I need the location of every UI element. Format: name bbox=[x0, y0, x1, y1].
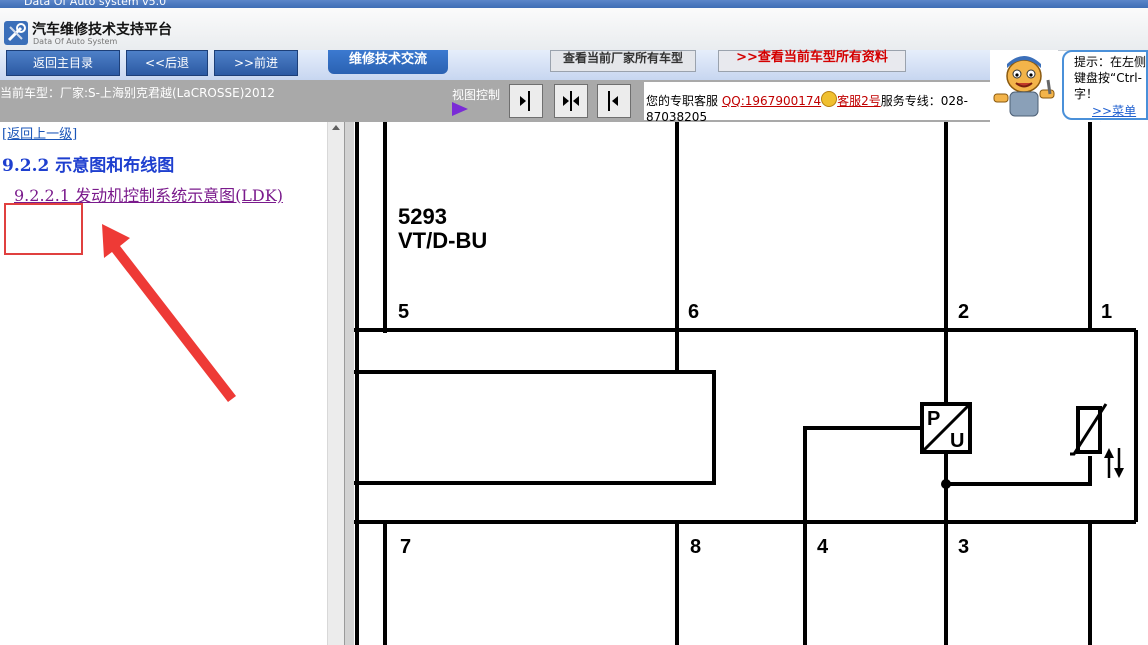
home-button[interactable]: 返回主目录 bbox=[6, 50, 120, 76]
thermistor-icon bbox=[1070, 403, 1124, 478]
left-navigation-pane: [返回上一级] 9.2.2 示意图和布线图 9.2.2.1 发动机控制系统示意图… bbox=[0, 122, 326, 645]
wiring-diagram-canvas: P U 5293 VT/D-BU 5 6 2 1 7 8 4 3 bbox=[354, 122, 1148, 645]
navigation-bar: 返回主目录 <<后退 >>前进 维修技术交流 查看当前厂家所有车型 >>查看当前… bbox=[0, 50, 990, 80]
pin-label: 4 bbox=[817, 536, 829, 558]
window-title: Data Of Auto system v5.0 bbox=[24, 0, 167, 8]
qq-penguin-icon[interactable] bbox=[821, 91, 838, 107]
tip-line-1: 提示：在左侧 bbox=[1074, 55, 1147, 69]
back-button[interactable]: <<后退 bbox=[126, 50, 208, 76]
tip-line-2: 键盘按“Ctrl- bbox=[1074, 71, 1142, 85]
view-control-label: 视图控制 bbox=[452, 88, 501, 102]
view-split-button[interactable] bbox=[554, 84, 588, 118]
view-expand-right-button[interactable] bbox=[509, 84, 543, 118]
tip-line-3: 字！ bbox=[1074, 87, 1099, 101]
service-prefix: 您的专职客服 bbox=[646, 94, 719, 108]
view-expand-left-button[interactable] bbox=[597, 84, 631, 118]
app-header: 汽车维修技术支持平台 Data Of Auto System bbox=[0, 8, 1148, 51]
view-all-models-button[interactable]: 查看当前厂家所有车型 bbox=[550, 50, 696, 72]
forum-tab[interactable]: 维修技术交流 bbox=[328, 50, 448, 74]
back-to-parent-link[interactable]: [返回上一级] bbox=[2, 123, 77, 142]
part-number-label: 5293 bbox=[398, 204, 447, 229]
section-title: 9.2.2 示意图和布线图 bbox=[2, 156, 175, 176]
pin-label: 7 bbox=[400, 536, 411, 558]
pin-label: 5 bbox=[398, 301, 409, 323]
pane-splitter[interactable] bbox=[344, 122, 354, 645]
expand-left-icon bbox=[608, 91, 618, 111]
pin-label: 8 bbox=[690, 536, 701, 558]
forward-button[interactable]: >>前进 bbox=[214, 50, 298, 76]
sensor-p-label: P bbox=[927, 408, 940, 430]
highlight-box-annotation bbox=[4, 203, 83, 255]
view-all-data-button[interactable]: >>查看当前车型所有资料 bbox=[718, 50, 906, 72]
pin-label: 1 bbox=[1101, 301, 1112, 323]
kefu-link[interactable]: 客服2号 bbox=[837, 94, 881, 108]
qq-link[interactable]: QQ:1967900174 bbox=[722, 94, 821, 108]
customer-service-info: 您的专职客服 QQ:1967900174 客服2号服务专线：028- 870382… bbox=[644, 82, 990, 124]
pin-label: 6 bbox=[688, 301, 699, 323]
window-titlebar: Data Of Auto system v5.0 bbox=[0, 0, 1148, 8]
split-view-icon bbox=[563, 91, 579, 111]
hotline-label: 服务专线：028- bbox=[880, 94, 969, 108]
pin-label: 3 bbox=[958, 536, 969, 558]
app-title: 汽车维修技术支持平台 bbox=[32, 22, 172, 38]
info-bar: 当前车型：厂家:S-上海别克君越(LaCROSSE)2012 视图控制 您的专职… bbox=[0, 80, 990, 124]
pressure-sensor-icon: P U bbox=[920, 402, 972, 454]
view-control-arrow-icon bbox=[452, 102, 468, 116]
red-arrow-annotation-icon bbox=[102, 224, 236, 402]
scroll-up-arrow-icon[interactable] bbox=[332, 125, 340, 130]
current-car-model: 当前车型：厂家:S-上海别克君越(LaCROSSE)2012 bbox=[0, 86, 275, 100]
pin-label: 2 bbox=[958, 301, 969, 323]
mascot-mechanic-icon bbox=[990, 50, 1058, 122]
sensor-u-label: U bbox=[950, 430, 964, 452]
app-subtitle: Data Of Auto System bbox=[33, 37, 118, 46]
app-logo-icon bbox=[4, 21, 28, 45]
connector-code-label: VT/D-BU bbox=[398, 228, 487, 253]
left-pane-scrollbar[interactable] bbox=[327, 122, 344, 645]
expand-right-icon bbox=[520, 91, 530, 111]
